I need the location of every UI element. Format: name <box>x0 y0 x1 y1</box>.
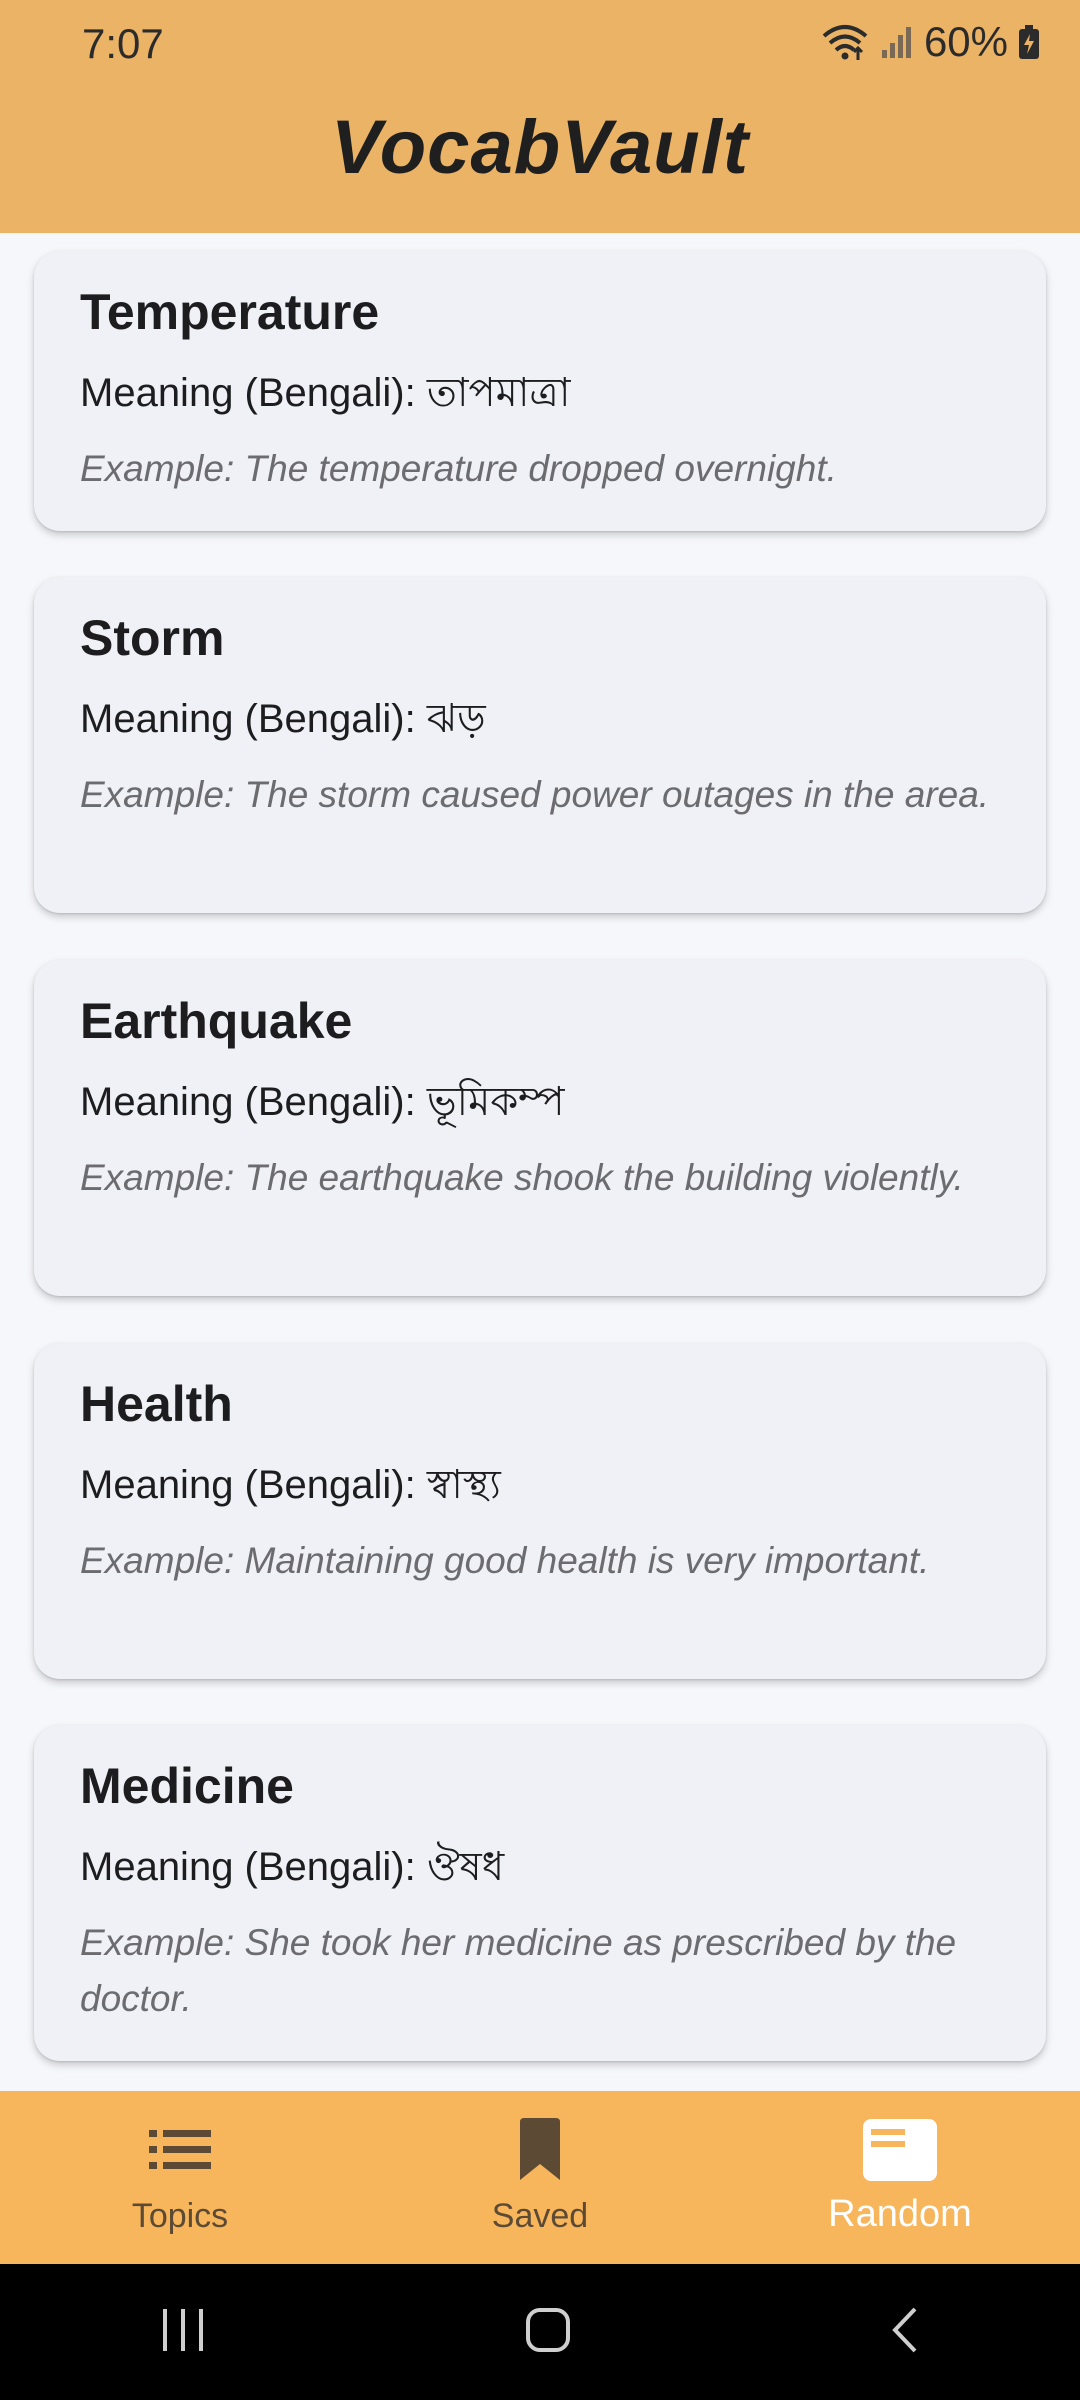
word-example: Example: The temperature dropped overnig… <box>80 448 837 489</box>
nav-topics-label: Topics <box>131 2197 229 2235</box>
word-meaning: Meaning (Bengali): ভূমিকম্প <box>80 1080 565 1124</box>
status-icons: 60% <box>820 18 1040 66</box>
word-meaning: Meaning (Bengali): স্বাস্থ্য <box>80 1463 501 1507</box>
word-meaning: Meaning (Bengali): তাপমাত্রা <box>80 371 571 415</box>
nav-random[interactable]: Random <box>720 2091 1080 2264</box>
word-title: Storm <box>80 610 225 666</box>
nav-saved-label: Saved <box>491 2197 589 2235</box>
word-card[interactable]: Health Meaning (Bengali): স্বাস্থ্য Exam… <box>34 1343 1046 1679</box>
nav-topics[interactable]: Topics <box>0 2091 360 2264</box>
word-example: Example: The storm caused power outages … <box>80 774 990 815</box>
app-title: VocabVault <box>330 105 750 190</box>
list-icon <box>149 2117 211 2183</box>
word-card[interactable]: Medicine Meaning (Bengali): ঔষধ Example:… <box>34 1725 1046 2061</box>
nav-random-label: Random <box>828 2193 972 2235</box>
word-meaning: Meaning (Bengali): ঝড় <box>80 697 486 741</box>
word-card[interactable]: Temperature Meaning (Bengali): তাপমাত্রা… <box>34 251 1046 531</box>
system-nav <box>0 2264 1080 2400</box>
word-meaning: Meaning (Bengali): ঔষধ <box>80 1845 505 1889</box>
back-icon[interactable] <box>889 2305 921 2360</box>
word-card[interactable]: Storm Meaning (Bengali): ঝড় Example: Th… <box>34 577 1046 913</box>
card-icon <box>863 2117 937 2183</box>
word-example: Example: The earthquake shook the buildi… <box>80 1157 964 1198</box>
word-example: Example: Maintaining good health is very… <box>80 1540 930 1581</box>
wifi-icon <box>820 22 870 62</box>
app-bar: 7:07 60% VocabVault <box>0 0 1080 233</box>
word-title: Medicine <box>80 1758 294 1814</box>
status-time: 7:07 <box>82 20 164 67</box>
word-title: Health <box>80 1376 233 1432</box>
recents-icon[interactable] <box>159 2307 207 2358</box>
word-card[interactable]: Earthquake Meaning (Bengali): ভূমিকম্প E… <box>34 960 1046 1296</box>
battery-icon <box>1018 24 1040 60</box>
bookmark-icon <box>516 2117 564 2183</box>
screen: 7:07 60% VocabVault Temperature Meaning … <box>0 0 1080 2400</box>
word-list[interactable]: Temperature Meaning (Bengali): তাপমাত্রা… <box>0 233 1080 2091</box>
word-title: Temperature <box>80 284 380 340</box>
nav-saved[interactable]: Saved <box>360 2091 720 2264</box>
word-example: Example: She took her medicine as prescr… <box>80 1922 957 2019</box>
word-title: Earthquake <box>80 993 353 1049</box>
battery-label: 60% <box>923 18 1008 65</box>
bottom-nav: Topics Saved Random <box>0 2091 1080 2264</box>
signal-icon <box>880 24 914 60</box>
home-icon[interactable] <box>525 2307 571 2358</box>
